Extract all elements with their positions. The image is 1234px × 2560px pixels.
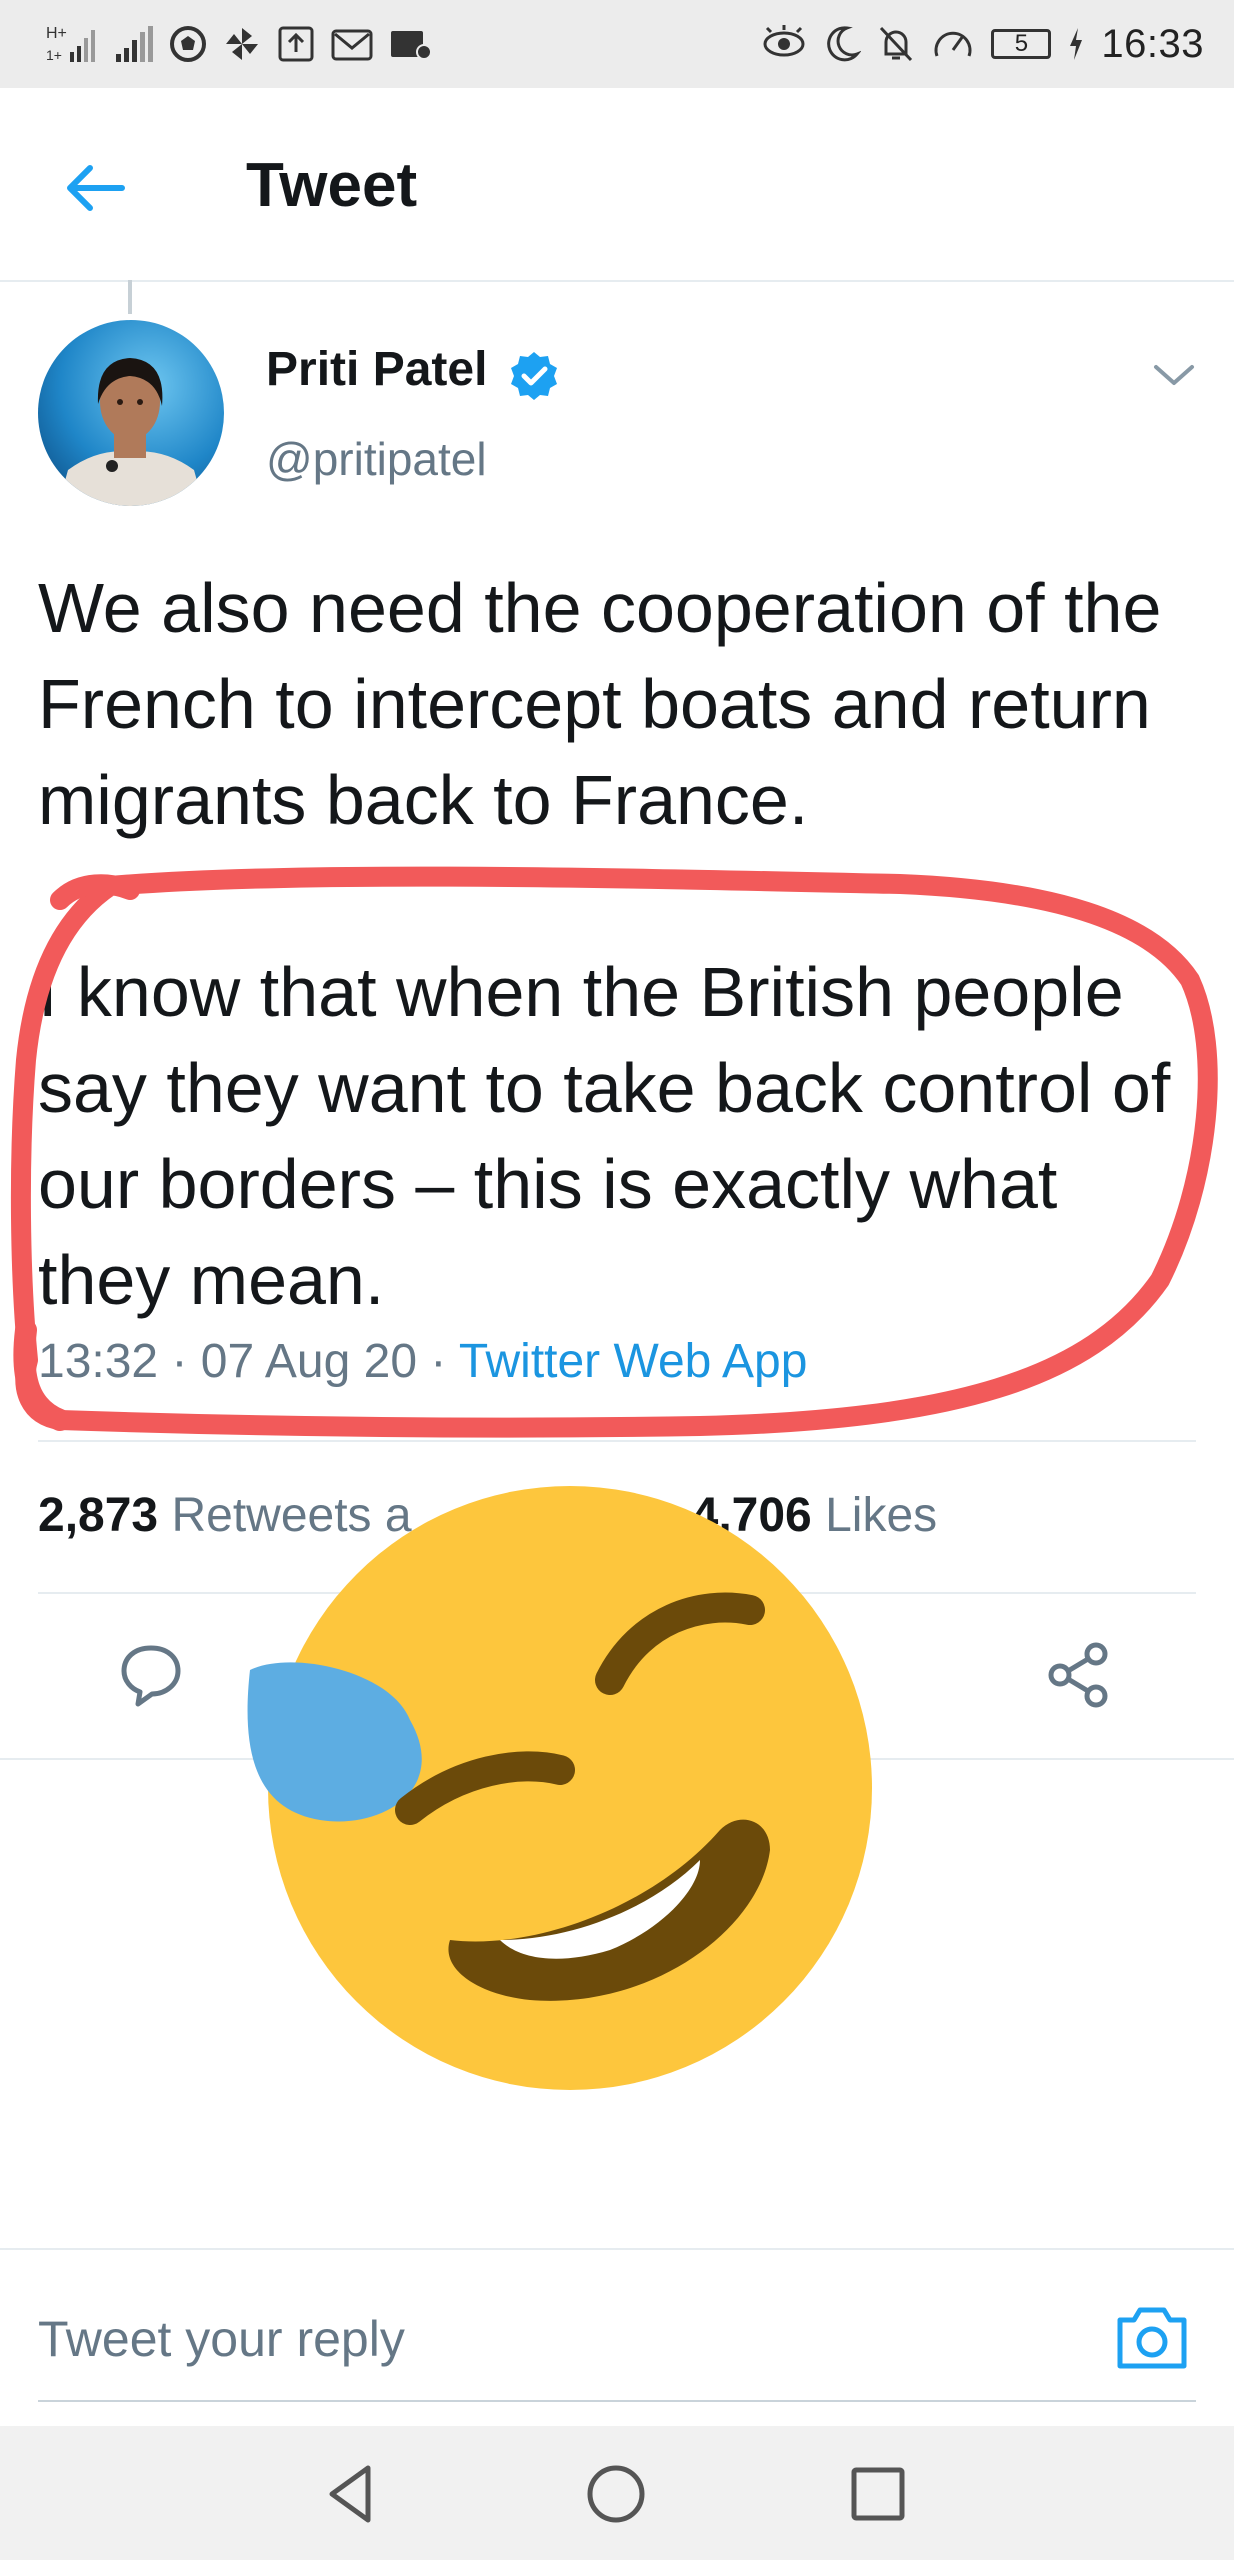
page-title: Tweet bbox=[246, 151, 418, 220]
thread-connector bbox=[128, 280, 132, 314]
divider bbox=[38, 1440, 1196, 1442]
tweet-paragraph: We also need the cooperation of the Fren… bbox=[38, 569, 1162, 839]
reply-input[interactable] bbox=[38, 2310, 938, 2368]
tweet-paragraph: I know that when the British people say … bbox=[38, 953, 1171, 1319]
upload-icon bbox=[278, 26, 314, 62]
bell-off-icon bbox=[880, 26, 913, 62]
charging-icon bbox=[1070, 28, 1083, 60]
divider bbox=[0, 2248, 1234, 2250]
status-bar: H+ 1+ 5 16:33 bbox=[0, 0, 1234, 88]
home-circle-icon[interactable] bbox=[578, 2456, 654, 2532]
tweet-timestamp: 13:32 · 07 Aug 20 · Twitter Web App bbox=[38, 1334, 807, 1389]
top-app-bar: Tweet bbox=[0, 88, 1234, 282]
author-name[interactable]: Priti Patel bbox=[266, 342, 487, 397]
picture-icon bbox=[391, 31, 432, 60]
grinning-sweat-emoji bbox=[247, 1486, 872, 2090]
chevron-down-icon[interactable] bbox=[1150, 355, 1198, 395]
football-icon bbox=[170, 26, 206, 62]
battery-indicator: 5 bbox=[991, 29, 1052, 59]
tweet-date: 07 Aug 20 bbox=[200, 1335, 418, 1388]
meta-separator: · bbox=[171, 1335, 188, 1388]
status-left-icons: H+ 1+ bbox=[46, 14, 432, 74]
tweet-detail-screen: H+ 1+ 5 16:33 Tweet Priti Patel @pritipa… bbox=[0, 0, 1234, 2560]
signal-bars-icon bbox=[116, 26, 153, 62]
comment-icon[interactable] bbox=[116, 1640, 186, 1710]
pinwheel-icon bbox=[226, 28, 258, 60]
status-time: 16:33 bbox=[1101, 21, 1204, 66]
camera-icon[interactable] bbox=[1112, 2298, 1192, 2378]
status-right-icons: 5 16:33 bbox=[761, 14, 1204, 74]
tweet-time: 13:32 bbox=[38, 1335, 159, 1388]
verified-badge-icon bbox=[511, 352, 557, 400]
avatar-photo bbox=[38, 320, 224, 506]
author-handle[interactable]: @pritipatel bbox=[266, 432, 487, 486]
recents-square-icon[interactable] bbox=[840, 2456, 916, 2532]
meta-separator: · bbox=[430, 1335, 447, 1388]
arrow-left-icon[interactable] bbox=[56, 148, 136, 228]
reply-underline bbox=[38, 2400, 1196, 2402]
speed-icon bbox=[934, 31, 972, 57]
tweet-source-link[interactable]: Twitter Web App bbox=[459, 1335, 808, 1388]
signal-h-icon: H+ 1+ bbox=[46, 25, 95, 63]
svg-text:1+: 1+ bbox=[46, 47, 62, 63]
eye-icon bbox=[763, 25, 805, 57]
avatar[interactable] bbox=[38, 320, 224, 506]
tweet-text: We also need the cooperation of the Fren… bbox=[38, 560, 1198, 1424]
back-triangle-icon[interactable] bbox=[316, 2456, 392, 2532]
moon-icon bbox=[827, 26, 862, 62]
mail-icon bbox=[331, 29, 373, 61]
svg-text:H+: H+ bbox=[46, 25, 67, 42]
system-nav-bar bbox=[0, 2426, 1234, 2560]
share-icon[interactable] bbox=[1044, 1640, 1114, 1710]
